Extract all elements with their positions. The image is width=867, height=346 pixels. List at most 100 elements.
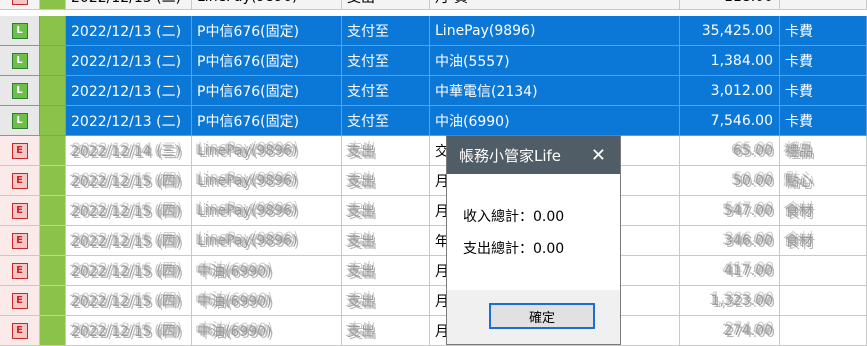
type-cell: 支出 — [342, 166, 430, 196]
summary-dialog: 帳務小管家Life ✕ 收入總計：0.00 支出總計：0.00 確定 — [446, 135, 621, 345]
account-cell: LinePay(9896) — [192, 226, 342, 256]
account-cell: 中油(6990) — [192, 286, 342, 316]
row-flag-cell — [40, 316, 66, 346]
date-cell: 2022/12/13 (二) — [66, 46, 192, 76]
account-cell: 中油(6990) — [192, 316, 342, 346]
dialog-title: 帳務小管家Life — [459, 146, 562, 165]
transaction-grid: E 2022/12/13 (二) LinePay(9896) 支出 月-費 11… — [0, 0, 867, 346]
row-flag-cell — [40, 76, 66, 106]
account-cell: LinePay(9896) — [192, 136, 342, 166]
category-cell: 點心 — [780, 166, 867, 196]
row-status-cell: E — [0, 316, 40, 346]
table-row-selected[interactable]: L 2022/12/13 (二) P中信676(固定) 支付至 LinePay(… — [0, 16, 867, 46]
type-cell: 支出 — [342, 286, 430, 316]
type-cell: 支付至 — [342, 46, 430, 76]
row-flag-cell — [40, 286, 66, 316]
row-flag-cell — [40, 16, 66, 46]
transfer-icon: L — [11, 22, 28, 39]
ok-button[interactable]: 確定 — [489, 303, 595, 329]
table-row[interactable]: E 2022/12/14 (三) LinePay(9896) 支出 交 65.0… — [0, 136, 867, 166]
row-flag-cell — [40, 196, 66, 226]
category-cell: 食材 — [780, 196, 867, 226]
account-cell: LinePay(9896) — [192, 0, 342, 10]
amount-cell: 118.00 — [680, 0, 780, 10]
amount-cell: 50.00 — [680, 166, 780, 196]
row-status-cell: E — [0, 0, 40, 10]
category-cell: 卡費 — [780, 76, 867, 106]
category-cell — [780, 316, 867, 346]
amount-cell: 1,384.00 — [680, 46, 780, 76]
type-cell: 支出 — [342, 0, 430, 10]
account-cell: P中信676(固定) — [192, 106, 342, 136]
category-cell — [780, 256, 867, 286]
expense-icon: E — [11, 322, 28, 339]
row-status-cell: L — [0, 46, 40, 76]
date-cell: 2022/12/15 (四) — [66, 226, 192, 256]
row-flag-cell — [40, 226, 66, 256]
row-status-cell: E — [0, 256, 40, 286]
row-status-cell: L — [0, 16, 40, 46]
row-flag-cell — [40, 0, 66, 10]
category-cell: 禮品 — [780, 136, 867, 166]
target-cell: 中華電信(2134) — [430, 76, 680, 106]
account-cell: LinePay(9896) — [192, 166, 342, 196]
type-cell: 支出 — [342, 136, 430, 166]
expense-icon: E — [11, 172, 28, 189]
row-status-cell: L — [0, 76, 40, 106]
expense-icon: E — [11, 262, 28, 279]
date-cell: 2022/12/15 (四) — [66, 196, 192, 226]
date-cell: 2022/12/13 (二) — [66, 0, 192, 10]
amount-cell: 35,425.00 — [680, 16, 780, 46]
category-cell — [780, 286, 867, 316]
category-cell: 卡費 — [780, 46, 867, 76]
date-cell: 2022/12/14 (三) — [66, 136, 192, 166]
target-cell: LinePay(9896) — [430, 16, 680, 46]
table-row[interactable]: E 2022/12/15 (四) 中油(6990) 支出 月 1,323.00 — [0, 286, 867, 316]
table-row-selected[interactable]: L 2022/12/13 (二) P中信676(固定) 支付至 中油(5557)… — [0, 46, 867, 76]
target-cell: 月-費 — [430, 0, 680, 10]
type-cell: 支出 — [342, 316, 430, 346]
date-cell: 2022/12/15 (四) — [66, 166, 192, 196]
date-cell: 2022/12/13 (二) — [66, 106, 192, 136]
category-cell: 卡費 — [780, 106, 867, 136]
row-status-cell: E — [0, 196, 40, 226]
table-row[interactable]: E 2022/12/15 (四) LinePay(9896) 支出 月 547.… — [0, 196, 867, 226]
row-status-cell: E — [0, 226, 40, 256]
table-row[interactable]: E 2022/12/15 (四) 中油(6990) 支出 月 274.00 — [0, 316, 867, 346]
table-row[interactable]: E 2022/12/15 (四) LinePay(9896) 支出 年 346.… — [0, 226, 867, 256]
target-cell: 中油(6990) — [430, 106, 680, 136]
table-row[interactable]: E 2022/12/13 (二) LinePay(9896) 支出 月-費 11… — [0, 0, 867, 10]
type-cell: 支出 — [342, 256, 430, 286]
transfer-icon: L — [11, 82, 28, 99]
row-flag-cell — [40, 106, 66, 136]
category-cell: 食材 — [780, 226, 867, 256]
amount-cell: 417.00 — [680, 256, 780, 286]
table-row[interactable]: E 2022/12/15 (四) LinePay(9896) 支出 月 50.0… — [0, 166, 867, 196]
row-status-cell: E — [0, 286, 40, 316]
expense-icon: E — [11, 142, 28, 159]
row-flag-cell — [40, 46, 66, 76]
expense-icon: E — [11, 292, 28, 309]
amount-cell: 3,012.00 — [680, 76, 780, 106]
account-cell: 中油(6990) — [192, 256, 342, 286]
row-status-cell: E — [0, 136, 40, 166]
transfer-icon: L — [11, 112, 28, 129]
type-cell: 支出 — [342, 196, 430, 226]
dialog-body: 收入總計：0.00 支出總計：0.00 — [447, 174, 620, 290]
type-cell: 支付至 — [342, 16, 430, 46]
transfer-icon: L — [11, 52, 28, 69]
account-cell: P中信676(固定) — [192, 76, 342, 106]
amount-cell: 65.00 — [680, 136, 780, 166]
date-cell: 2022/12/15 (四) — [66, 256, 192, 286]
date-cell: 2022/12/13 (二) — [66, 16, 192, 46]
amount-cell: 274.00 — [680, 316, 780, 346]
account-cell: LinePay(9896) — [192, 196, 342, 226]
table-row-selected[interactable]: L 2022/12/13 (二) P中信676(固定) 支付至 中油(6990)… — [0, 106, 867, 136]
type-cell: 支出 — [342, 226, 430, 256]
income-total-label: 收入總計：0.00 — [463, 209, 565, 225]
table-row[interactable]: E 2022/12/15 (四) 中油(6990) 支出 月 417.00 — [0, 256, 867, 286]
table-row-selected[interactable]: L 2022/12/13 (二) P中信676(固定) 支付至 中華電信(213… — [0, 76, 867, 106]
expense-icon: E — [11, 232, 28, 249]
close-icon[interactable]: ✕ — [591, 145, 606, 166]
expense-icon: E — [11, 202, 28, 219]
